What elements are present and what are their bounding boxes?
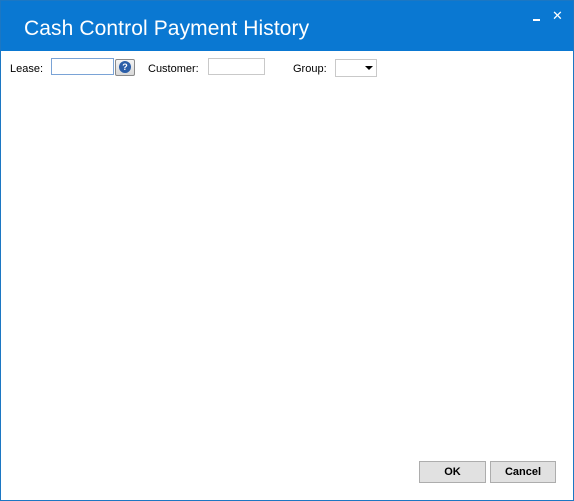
minimize-icon [533,19,540,21]
cancel-button[interactable]: Cancel [490,461,556,483]
lease-lookup-button[interactable]: ? [115,59,135,76]
close-button[interactable]: ✕ [548,7,568,25]
chevron-down-icon [365,66,373,70]
group-label: Group: [293,63,327,75]
minimize-button[interactable] [527,7,547,25]
lease-field[interactable] [51,58,114,75]
window-title: Cash Control Payment History [24,17,310,40]
group-select[interactable] [335,59,377,77]
ok-button[interactable]: OK [419,461,486,483]
payment-history-window: Cash Control Payment History ✕ Lease: ? … [0,0,574,501]
question-mark-icon: ? [119,61,131,73]
customer-field[interactable] [208,58,265,75]
close-icon: ✕ [552,8,563,23]
lease-label: Lease: [10,63,44,75]
customer-label: Customer: [148,63,199,75]
title-bar[interactable]: Cash Control Payment History ✕ [1,1,573,51]
